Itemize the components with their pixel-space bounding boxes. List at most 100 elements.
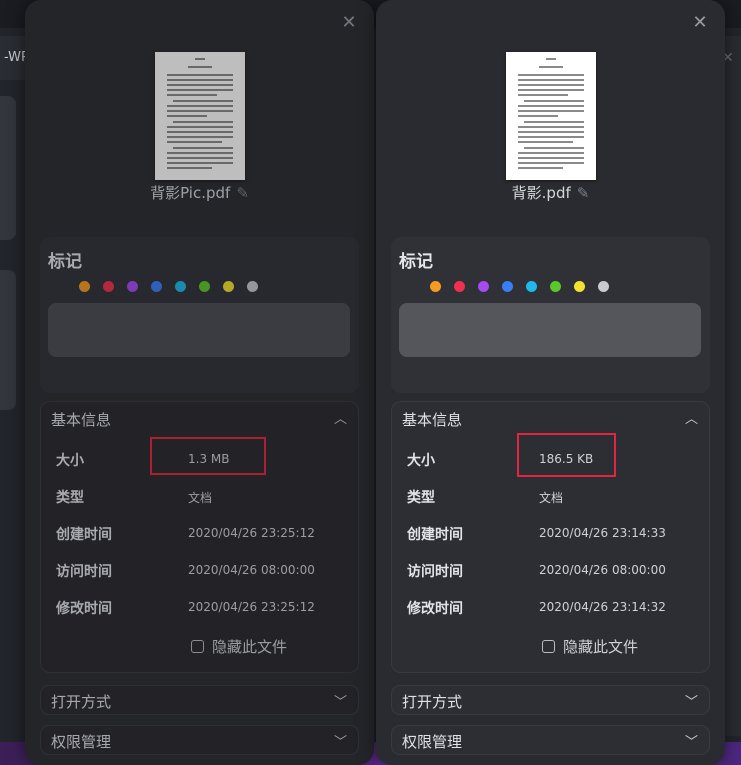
- background-window-edge: [724, 36, 741, 736]
- tag-color-gray[interactable]: [598, 281, 609, 292]
- tag-color-green[interactable]: [550, 281, 561, 292]
- file-thumbnail: [506, 52, 596, 180]
- type-label: 类型: [56, 490, 84, 506]
- modified-label: 修改时间: [56, 601, 112, 617]
- modified-value: 2020/04/26 23:25:12: [188, 600, 315, 614]
- tag-color-orange[interactable]: [79, 281, 90, 292]
- thumbnail-text-line: [167, 105, 233, 107]
- thumbnail-text-line: [195, 58, 205, 60]
- type-row: 类型 文档: [407, 487, 697, 511]
- thumbnail-text-line: [518, 84, 584, 86]
- filename: 背影Pic.pdf: [150, 184, 231, 202]
- created-label: 创建时间: [407, 527, 463, 543]
- close-icon[interactable]: ✕: [689, 12, 711, 34]
- thumbnail-text-line: [173, 147, 233, 149]
- thumbnail-text-line: [173, 100, 233, 102]
- thumbnail-text-line: [539, 66, 563, 68]
- thumbnail-text-line: [524, 121, 584, 123]
- thumbnail-text-line: [518, 141, 573, 143]
- tag-color-red[interactable]: [454, 281, 465, 292]
- type-value: 文档: [539, 491, 564, 505]
- tags-section: 标记: [40, 237, 359, 393]
- file-thumbnail: [155, 52, 245, 180]
- permissions-header: 权限管理: [402, 733, 463, 751]
- tag-color-dots: [79, 281, 258, 292]
- thumbnail-text-line: [167, 136, 233, 138]
- thumbnail-text-line: [167, 131, 233, 133]
- tag-color-green[interactable]: [199, 281, 210, 292]
- thumbnail-text-line: [518, 79, 584, 81]
- tag-color-yellow[interactable]: [223, 281, 234, 292]
- checkbox-icon[interactable]: [191, 640, 204, 653]
- tag-color-blue[interactable]: [502, 281, 513, 292]
- open-with-section[interactable]: 打开方式 ﹀: [40, 685, 359, 715]
- created-value: 2020/04/26 23:25:12: [188, 526, 315, 540]
- thumbnail-text-line: [167, 126, 233, 128]
- checkbox-icon[interactable]: [542, 640, 555, 653]
- thumbnail-text-line: [167, 84, 233, 86]
- modified-row: 修改时间 2020/04/26 23:14:32: [407, 598, 697, 622]
- chevron-down-icon[interactable]: ﹀: [685, 731, 698, 750]
- thumbnail-text-line: [518, 105, 584, 107]
- created-row: 创建时间 2020/04/26 23:14:33: [407, 524, 697, 548]
- type-row: 类型 文档: [56, 487, 346, 511]
- close-icon[interactable]: ✕: [338, 12, 360, 34]
- tag-color-purple[interactable]: [127, 281, 138, 292]
- tag-color-purple[interactable]: [478, 281, 489, 292]
- thumbnail-text-line: [167, 141, 222, 143]
- created-value: 2020/04/26 23:14:33: [539, 526, 666, 540]
- modified-row: 修改时间 2020/04/26 23:25:12: [56, 598, 346, 622]
- hide-file-label: 隐藏此文件: [212, 638, 288, 656]
- open-with-section[interactable]: 打开方式 ﹀: [391, 685, 710, 715]
- thumbnail-text-line: [524, 147, 584, 149]
- edit-pencil-icon[interactable]: ✎: [236, 184, 249, 202]
- accessed-row: 访问时间 2020/04/26 08:00:00: [56, 561, 346, 585]
- type-label: 类型: [407, 490, 435, 506]
- thumbnail-text-line: [518, 94, 568, 96]
- thumbnail-text-line: [167, 162, 233, 164]
- highlight-box: [150, 437, 266, 475]
- permissions-section[interactable]: 权限管理 ﹀: [391, 725, 710, 755]
- basic-info-section: 基本信息 ︿ 大小 1.3 MB 类型 文档 创建时间 2020/04/26 2…: [40, 401, 359, 673]
- thumbnail-text-line: [546, 58, 556, 60]
- thumbnail-text-line: [167, 157, 233, 159]
- accessed-value: 2020/04/26 08:00:00: [188, 563, 315, 577]
- highlight-box: [517, 433, 616, 477]
- chevron-up-icon[interactable]: ︿: [334, 408, 347, 427]
- hide-file-checkbox[interactable]: 隐藏此文件: [542, 636, 638, 657]
- thumbnail-text-line: [518, 162, 584, 164]
- tag-color-yellow[interactable]: [574, 281, 585, 292]
- file-properties-dialog-left: ✕ 背影Pic.pdf✎ 标记 基本信息 ︿ 大小 1.3 MB 类型 文档: [25, 0, 374, 765]
- tag-color-cyan[interactable]: [526, 281, 537, 292]
- chevron-down-icon[interactable]: ﹀: [685, 691, 698, 710]
- size-label: 大小: [56, 453, 84, 469]
- basic-info-section: 基本信息 ︿ 大小 186.5 KB 类型 文档 创建时间 2020/04/26…: [391, 401, 710, 673]
- thumbnail-text-line: [167, 167, 212, 169]
- thumbnail-text-line: [188, 66, 212, 68]
- chevron-down-icon[interactable]: ﹀: [334, 691, 347, 710]
- thumbnail-text-line: [167, 79, 233, 81]
- open-with-header: 打开方式: [51, 693, 112, 711]
- tag-input-field[interactable]: [399, 303, 701, 357]
- hide-file-checkbox[interactable]: 隐藏此文件: [191, 636, 287, 657]
- tag-color-orange[interactable]: [430, 281, 441, 292]
- tag-color-blue[interactable]: [151, 281, 162, 292]
- chevron-up-icon[interactable]: ︿: [685, 408, 698, 427]
- type-value: 文档: [188, 491, 213, 505]
- tag-input-field[interactable]: [48, 303, 350, 357]
- tags-title: 标记: [48, 252, 82, 272]
- tag-color-gray[interactable]: [247, 281, 258, 292]
- permissions-section[interactable]: 权限管理 ﹀: [40, 725, 359, 755]
- open-with-header: 打开方式: [402, 693, 463, 711]
- chevron-down-icon[interactable]: ﹀: [334, 731, 347, 750]
- thumbnail-text-line: [518, 89, 584, 91]
- accessed-row: 访问时间 2020/04/26 08:00:00: [407, 561, 697, 585]
- tags-title: 标记: [399, 252, 433, 272]
- edit-pencil-icon[interactable]: ✎: [577, 184, 590, 202]
- tag-color-cyan[interactable]: [175, 281, 186, 292]
- basic-info-header: 基本信息: [51, 411, 112, 429]
- tag-color-red[interactable]: [103, 281, 114, 292]
- modified-label: 修改时间: [407, 601, 463, 617]
- filename-row: 背影Pic.pdf ✎: [25, 182, 374, 203]
- thumbnail-text-line: [518, 115, 558, 117]
